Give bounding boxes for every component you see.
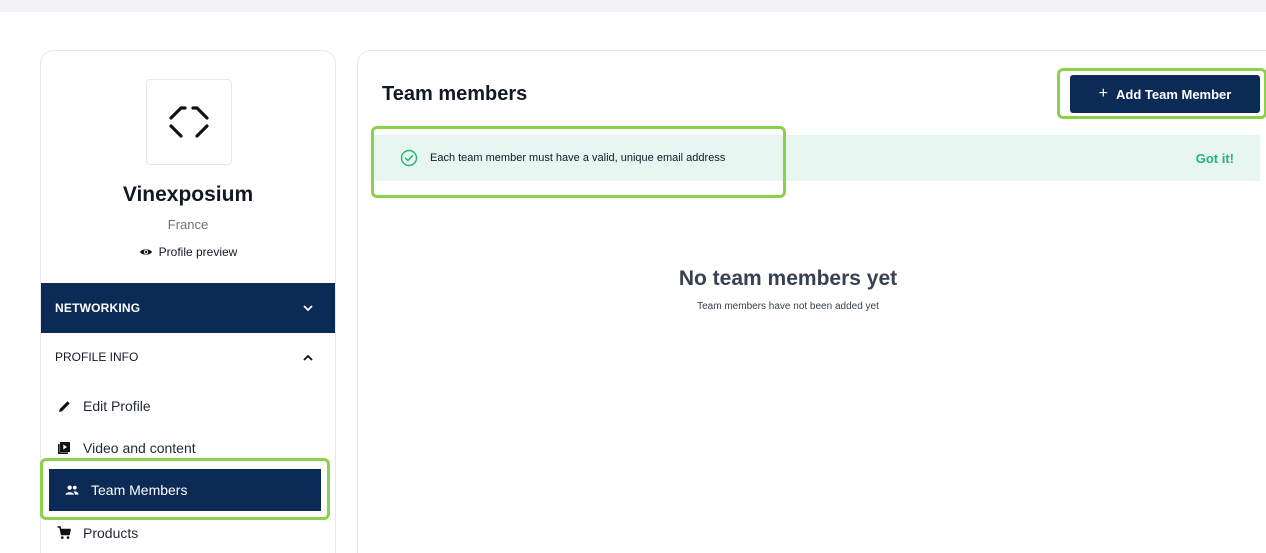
notice-text: Each team member must have a valid, uniq… (430, 152, 726, 164)
nav-section-profile-info-label: PROFILE INFO (55, 350, 139, 364)
chevron-down-icon (303, 304, 313, 312)
chevron-up-icon (303, 354, 313, 361)
info-notice: Each team member must have a valid, uniq… (374, 135, 1260, 181)
add-team-member-label: Add Team Member (1116, 86, 1232, 102)
team-members-panel: Team members + Add Team Member Each team… (357, 50, 1266, 553)
eye-icon (139, 247, 153, 257)
profile-sidebar: Vinexposium France Profile preview NETWO… (40, 50, 336, 553)
sidebar-item-label: Products (83, 525, 139, 541)
check-circle-icon (400, 149, 418, 167)
nav-section-networking-label: NETWORKING (55, 301, 141, 315)
sidebar-item-label: Edit Profile (83, 398, 151, 414)
org-name: Vinexposium (122, 183, 254, 206)
profile-preview-link[interactable]: Profile preview (41, 245, 335, 259)
org-logo (146, 79, 232, 165)
team-icon (65, 483, 79, 497)
add-team-member-button[interactable]: + Add Team Member (1070, 75, 1260, 113)
sidebar-item-label: Video and content (83, 440, 196, 456)
sidebar-item-team-members[interactable]: Team Members (49, 469, 321, 511)
profile-preview-label: Profile preview (158, 245, 238, 259)
pencil-icon (57, 399, 71, 413)
video-icon (57, 441, 71, 455)
page-title: Team members (382, 83, 528, 105)
nav-section-networking[interactable]: NETWORKING (41, 283, 335, 333)
sidebar-item-products[interactable]: Products (41, 512, 335, 553)
got-it-button[interactable]: Got it! (1196, 151, 1234, 166)
org-country: France (167, 217, 209, 232)
sidebar-item-edit-profile[interactable]: Edit Profile (41, 385, 335, 427)
nav-section-profile-info[interactable]: PROFILE INFO (41, 335, 335, 379)
sparkle-logo-icon (169, 106, 209, 138)
sidebar-item-video-and-content[interactable]: Video and content (41, 427, 335, 469)
sidebar-item-label: Team Members (91, 482, 188, 498)
plus-icon: + (1098, 85, 1108, 102)
top-strip (0, 0, 1266, 12)
empty-state-title: No team members yet (678, 267, 898, 290)
empty-state-subtitle: Team members have not been added yet (697, 301, 879, 312)
cart-icon (57, 526, 71, 540)
